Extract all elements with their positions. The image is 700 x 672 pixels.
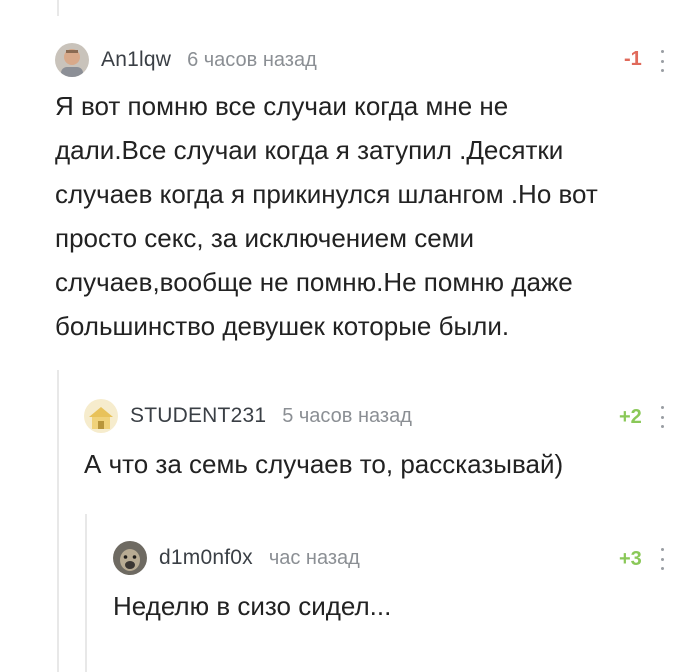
rating-value: -1 [624, 48, 642, 70]
man-photo-avatar[interactable] [55, 43, 89, 77]
rating-value: +3 [619, 548, 642, 570]
author-name[interactable]: d1m0nf0x [159, 546, 253, 570]
comment-time[interactable]: 6 часов назад [187, 49, 317, 72]
dog-photo-avatar[interactable] [113, 541, 147, 575]
comment-header: An1lqw 6 часов назад [55, 42, 317, 78]
comment-text: А что за семь случаев то, рассказывай) [84, 449, 564, 479]
thread-line-level-1 [57, 370, 59, 672]
comment-header: STUDENT231 5 часов назад [84, 398, 412, 434]
more-options-icon[interactable] [659, 406, 665, 428]
comment-text: Я вот помню все случаи когда мне не дали… [55, 91, 598, 341]
more-options-icon[interactable] [659, 50, 665, 72]
more-options-icon[interactable] [659, 548, 665, 570]
yellow-house-avatar[interactable] [84, 399, 118, 433]
comment-header: d1m0nf0x час назад [113, 540, 360, 576]
rating-value: +2 [619, 406, 642, 428]
comment-text: Неделю в сизо сидел... [113, 591, 392, 621]
thread-line-top [57, 0, 59, 16]
author-name[interactable]: STUDENT231 [130, 404, 266, 428]
thread-line-level-2 [85, 514, 87, 672]
author-name[interactable]: An1lqw [101, 48, 171, 72]
comment-time[interactable]: час назад [269, 547, 360, 570]
comment-time[interactable]: 5 часов назад [282, 405, 412, 428]
